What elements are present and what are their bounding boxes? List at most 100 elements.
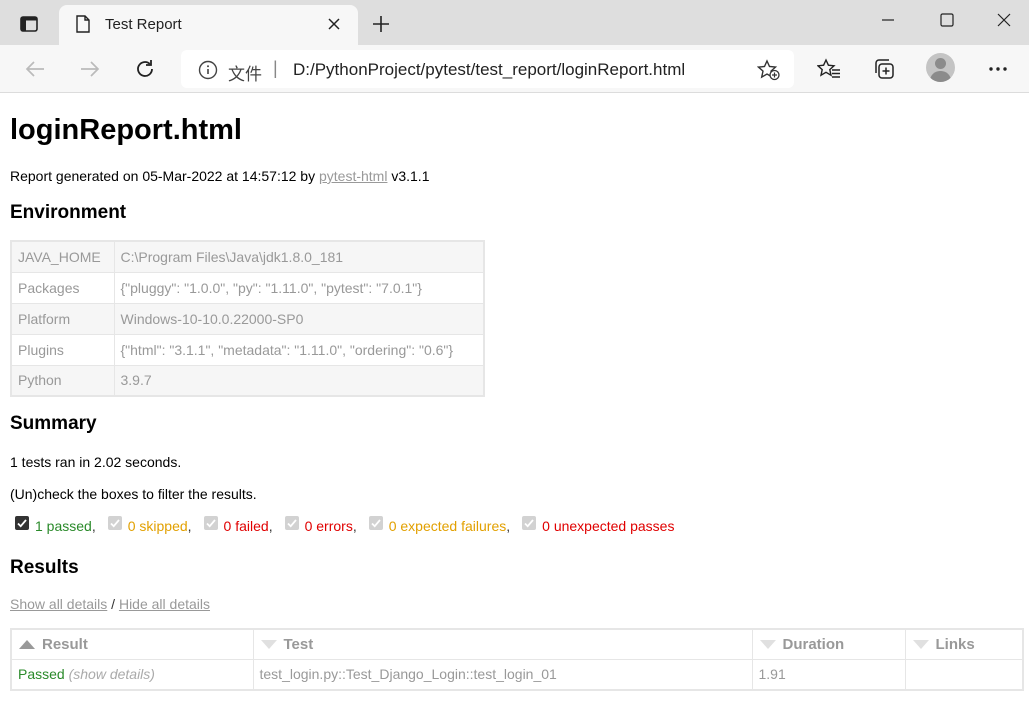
checkmark-icon [17,519,27,528]
test-column-header[interactable]: Test [252,628,753,660]
table-row[interactable]: Passed (show details) test_login.py::Tes… [10,658,1024,691]
generated-line: Report generated on 05-Mar-2022 at 14:57… [10,168,429,184]
sort-desc-icon [260,639,277,649]
arrow-right-icon [81,61,100,77]
collections-button[interactable] [867,53,901,85]
arrow-left-icon [25,61,44,77]
tests-ran-text: 1 tests ran in 2.02 seconds. [10,454,182,470]
active-tab[interactable]: Test Report [59,5,358,45]
result-cell: Passed (show details) [10,658,254,691]
refresh-icon [137,60,153,77]
tab-strip: Test Report [0,0,1029,45]
result-column-header[interactable]: Result [10,628,254,660]
unexpected-passes-checkbox[interactable] [522,516,537,530]
filter-hint-text: (Un)check the boxes to filter the result… [10,486,257,502]
url-text[interactable]: D:/PythonProject/pytest/test_report/logi… [293,60,685,80]
table-row: Python 3.9.7 [10,364,485,397]
page-title: loginReport.html [10,114,242,146]
add-favorite-icon[interactable] [757,59,781,81]
address-bar[interactable]: 文件 | D:/PythonProject/pytest/test_report… [181,50,794,88]
table-row: Plugins {"html": "3.1.1", "metadata": "1… [10,333,485,366]
toolbar: 文件 | D:/PythonProject/pytest/test_report… [0,45,1029,93]
new-tab-button[interactable] [366,10,396,38]
tab-actions-button[interactable] [12,9,46,39]
back-button[interactable] [18,53,52,85]
show-details-toggle[interactable]: (show details) [69,666,155,682]
sort-desc-icon [759,639,776,649]
checkmark-icon [205,519,216,528]
avatar-body [930,71,951,82]
close-window-button[interactable] [976,0,1029,40]
skipped-filter-label: 0 skipped [127,518,188,534]
failed-checkbox[interactable] [203,516,218,530]
checkmark-icon [110,519,120,528]
links-cell [904,658,1024,691]
details-toggle-links: Show all details / Hide all details [10,596,210,612]
hide-all-details-link[interactable]: Hide all details [119,596,210,612]
passed-filter-label: 1 passed [35,518,92,534]
expected-failures-filter-label: 0 expected failures [388,518,507,534]
result-filters: 1 passed, 0 skipped, 0 failed, 0 errors,… [15,516,675,534]
pytest-html-link[interactable]: pytest-html [319,168,387,184]
settings-more-button[interactable] [981,53,1015,85]
sort-desc-icon [912,639,929,649]
tab-actions-icon [20,16,38,32]
close-tab-icon[interactable] [327,17,341,31]
env-value: {"pluggy": "1.0.0", "py": "1.11.0", "pyt… [113,271,485,304]
tab-title: Test Report [105,16,182,33]
avatar-head [935,58,946,69]
table-row: JAVA_HOME C:\Program Files\Java\jdk1.8.0… [10,240,485,273]
report-page: loginReport.html Report generated on 05-… [0,94,1029,711]
env-value: Windows-10-10.0.22000-SP0 [113,302,485,335]
close-icon [997,13,1011,27]
maximize-button[interactable] [919,0,975,40]
failed-filter-label: 0 failed [223,518,269,534]
column-label: Duration [782,635,845,653]
checkmark-icon [371,519,381,528]
errors-checkbox[interactable] [284,516,299,530]
env-key: Packages [10,271,115,304]
unexpected-passes-filter-label: 0 unexpected passes [542,518,675,534]
info-icon[interactable] [198,60,218,80]
env-value: C:\Program Files\Java\jdk1.8.0_181 [113,240,485,273]
address-scheme: 文件 [228,65,262,84]
details-divider: / [107,596,119,612]
forward-button[interactable] [73,53,107,85]
column-label: Result [42,635,88,653]
results-heading: Results [10,557,79,578]
generator-version: v3.1.1 [387,168,430,184]
column-label: Links [935,635,975,653]
links-column-header[interactable]: Links [904,628,1024,660]
duration-column-header[interactable]: Duration [751,628,906,660]
minimize-button[interactable] [860,0,916,40]
test-name-cell: test_login.py::Test_Django_Login::test_l… [252,658,753,691]
generated-text: Report generated on 05-Mar-2022 at 14:57… [10,168,319,184]
show-all-details-link[interactable]: Show all details [10,596,107,612]
checkmark-icon [286,519,297,528]
env-key: Python [10,364,115,397]
favorites-icon [817,58,840,78]
duration-cell: 1.91 [751,658,906,691]
maximize-icon [940,13,954,27]
environment-heading: Environment [10,202,127,223]
env-key: JAVA_HOME [10,240,115,273]
sort-asc-icon [19,639,35,649]
more-icon [989,67,1007,71]
favorites-button[interactable] [812,53,846,85]
refresh-button[interactable] [128,53,162,85]
address-separator: | [273,58,278,78]
results-header-row: Result Test Duration Links [10,628,1024,660]
env-key: Platform [10,302,115,335]
expected-failures-checkbox[interactable] [368,516,383,530]
plus-icon [373,16,389,32]
env-value: 3.9.7 [113,364,485,397]
results-table: Result Test Duration Links Passed (show … [10,628,1024,691]
checkmark-icon [524,519,534,528]
table-row: Packages {"pluggy": "1.0.0", "py": "1.11… [10,271,485,304]
table-row: Platform Windows-10-10.0.22000-SP0 [10,302,485,335]
profile-avatar[interactable] [926,53,955,82]
skipped-checkbox[interactable] [107,516,122,530]
summary-heading: Summary [10,413,97,434]
environment-table: JAVA_HOME C:\Program Files\Java\jdk1.8.0… [10,240,485,397]
passed-checkbox[interactable] [15,516,29,530]
